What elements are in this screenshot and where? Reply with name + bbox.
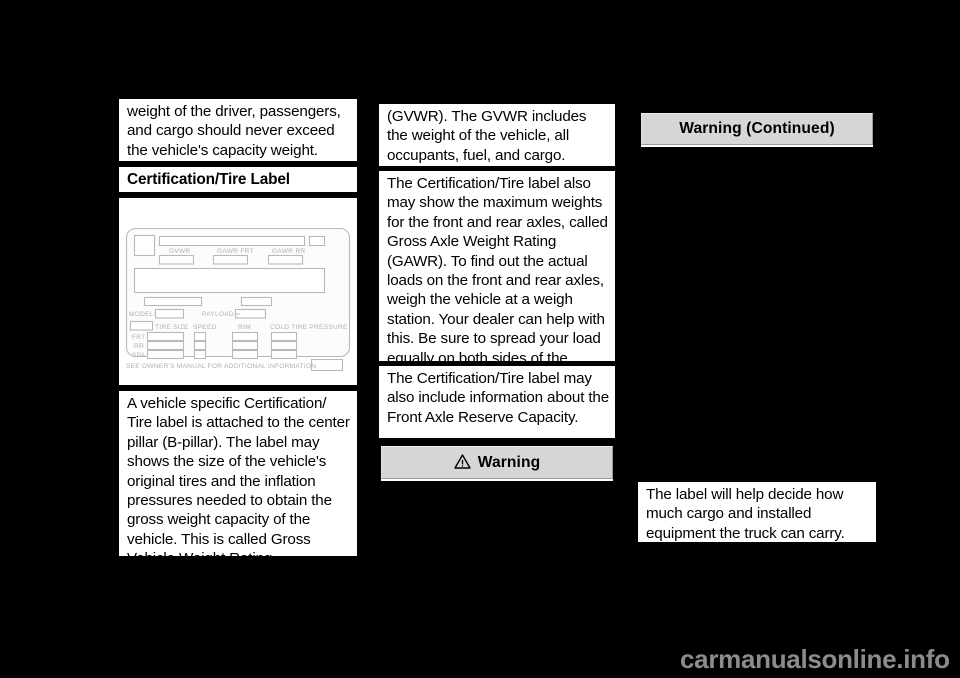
warning-continued-banner: Warning (Continued) bbox=[641, 113, 873, 145]
label-field-payload: PAYLOAD = bbox=[202, 311, 240, 318]
warning-banner-label: Warning bbox=[477, 453, 541, 471]
label-footer-note: SEE OWNER'S MANUAL FOR ADDITIONAL INFORM… bbox=[126, 363, 316, 370]
label-field-tire-size: TIRE SIZE bbox=[155, 324, 189, 331]
warning-banner: Warning bbox=[381, 446, 613, 479]
middle-paragraph-gvwr: (GVWR). The GVWR includes the weight of … bbox=[379, 104, 615, 166]
left-paragraph-body: A vehicle specific Certification/ Tire l… bbox=[119, 391, 357, 567]
label-field-gawr-frt: GAWR FRT bbox=[217, 248, 254, 255]
warning-triangle-icon bbox=[454, 453, 471, 474]
label-row-spa: SPA bbox=[132, 352, 146, 359]
label-field-gawr-rr: GAWR RR bbox=[272, 248, 305, 255]
certification-tire-label-heading: Certification/Tire Label bbox=[119, 167, 357, 192]
left-paragraph-continued: weight of the driver, passengers, and ca… bbox=[119, 99, 357, 161]
certification-tire-label-illustration: GVWR GAWR FRT GAWR RR MODEL: PAYLOAD = T… bbox=[119, 198, 357, 385]
label-diagram-svg: GVWR GAWR FRT GAWR RR MODEL: PAYLOAD = T… bbox=[125, 227, 351, 372]
label-field-speed: SPEED bbox=[193, 324, 217, 331]
label-field-model: MODEL: bbox=[129, 311, 156, 318]
manual-page: weight of the driver, passengers, and ca… bbox=[0, 0, 960, 678]
warning-continued-label: Warning (Continued) bbox=[679, 120, 835, 137]
right-paragraph-label-help: The label will help decide how much carg… bbox=[638, 482, 876, 542]
label-row-frt: FRT bbox=[132, 334, 145, 341]
middle-paragraph-gawr: The Certification/Tire label also may sh… bbox=[379, 171, 615, 386]
label-field-gvwr: GVWR bbox=[169, 248, 191, 255]
label-row-rr: RR bbox=[134, 343, 144, 350]
watermark-carmanualsonline: carmanualsonline.info bbox=[680, 644, 950, 674]
middle-paragraph-reserve-capacity: The Certification/Tire label may also in… bbox=[379, 366, 615, 438]
label-field-rim: RIM bbox=[238, 324, 251, 331]
label-field-cold-tire-pressure: COLD TIRE PRESSURE bbox=[270, 324, 348, 331]
